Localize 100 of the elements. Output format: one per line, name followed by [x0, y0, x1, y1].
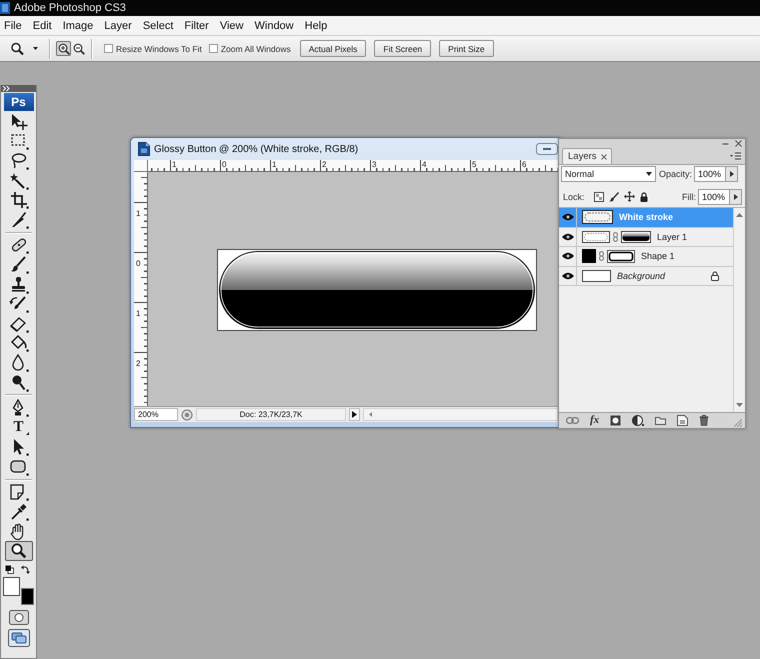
quick-mask-icon[interactable]: [8, 610, 28, 626]
fill-slider-button[interactable]: [730, 188, 742, 204]
eye-icon[interactable]: [562, 252, 574, 260]
layer-style-button[interactable]: fx: [590, 415, 600, 426]
layer-row[interactable]: Shape 1: [559, 247, 733, 267]
horizontal-scrollbar[interactable]: [363, 408, 558, 421]
menu-item[interactable]: Select: [142, 20, 174, 32]
layer-name: White stroke: [619, 212, 674, 222]
menu-item[interactable]: Window: [254, 20, 294, 32]
note-icon: [8, 483, 28, 502]
fill-label: Fill:: [682, 192, 696, 202]
opacity-field[interactable]: 100%: [694, 166, 726, 182]
circle-icon[interactable]: [181, 408, 193, 420]
layer-name: Layer 1: [657, 232, 688, 242]
ruler-label: 5: [472, 160, 476, 169]
option-button[interactable]: Print Size: [439, 40, 494, 57]
layer-row[interactable]: Layer 1: [559, 228, 733, 248]
layer-name: Shape 1: [641, 251, 675, 262]
brush-icon: [8, 256, 28, 274]
option-button[interactable]: Actual Pixels: [300, 40, 366, 57]
zoom-out-button[interactable]: [71, 41, 86, 56]
ruler-label: 1: [172, 160, 176, 169]
ruler-label: 0: [136, 259, 140, 268]
square-circle-icon[interactable]: [610, 415, 622, 426]
mask-thumbnail: [621, 230, 651, 243]
dashed-rectangle-icon: [8, 132, 28, 150]
eye-icon[interactable]: [562, 272, 574, 280]
lock-icon[interactable]: [640, 192, 648, 202]
vertical-scrollbar[interactable]: [733, 208, 745, 412]
ruler-label: 0: [222, 160, 226, 169]
menu-item[interactable]: Filter: [184, 20, 209, 32]
chain-link-icon[interactable]: [613, 232, 618, 242]
lock-label: Lock:: [563, 192, 585, 202]
menu-item[interactable]: Help: [304, 20, 328, 32]
folder-icon[interactable]: [655, 416, 666, 425]
layers-tab[interactable]: Layers: [562, 148, 612, 164]
checkbox[interactable]: [104, 44, 113, 53]
ruler-label: 1: [136, 209, 140, 218]
window-title: Adobe Photoshop CS3: [14, 2, 126, 14]
crop-icon: [8, 191, 28, 210]
type-tool[interactable]: T: [4, 418, 32, 438]
eye-icon[interactable]: [562, 213, 574, 222]
checkbox[interactable]: [208, 44, 218, 53]
triangle-right-icon: [730, 171, 734, 177]
checkbox-label[interactable]: Resize Windows To Fit: [116, 44, 202, 54]
new-page-icon[interactable]: [677, 415, 688, 426]
menu-item[interactable]: View: [220, 20, 244, 32]
magnifier-minus-icon: [72, 42, 84, 54]
menu-item[interactable]: Image: [62, 20, 94, 32]
fill-field[interactable]: 100%: [698, 188, 730, 204]
ruler-label: 2: [136, 359, 140, 368]
move-cross-icon[interactable]: [624, 191, 635, 202]
default-colors-icon[interactable]: [5, 564, 14, 574]
close-icon[interactable]: [600, 154, 607, 160]
menu-item[interactable]: Layer: [104, 20, 132, 32]
scroll-left-icon[interactable]: [369, 412, 372, 417]
opacity-slider-button[interactable]: [726, 166, 738, 182]
eraser-icon: [8, 314, 28, 333]
resize-grip-icon[interactable]: [734, 419, 742, 427]
zoom-field[interactable]: 200%: [134, 408, 178, 421]
history-brush-icon: [8, 295, 28, 314]
chain-link-icon[interactable]: [566, 417, 579, 424]
brush-icon[interactable]: [608, 192, 619, 202]
file-icon: [138, 142, 150, 156]
chain-link-icon[interactable]: [599, 251, 604, 262]
ruler-label: 6: [522, 160, 526, 169]
menu-item[interactable]: File: [4, 20, 22, 32]
panel-menu-icon[interactable]: [730, 152, 741, 160]
triangle-right-icon: [352, 411, 357, 418]
screen-mode-icon[interactable]: [8, 629, 30, 648]
ruler-label: 1: [272, 160, 276, 169]
menu-item[interactable]: Edit: [32, 20, 52, 32]
status-menu-button[interactable]: [349, 408, 360, 421]
swap-arrow-icon[interactable]: [21, 564, 30, 574]
close-icon[interactable]: [735, 140, 742, 146]
zoom-tool[interactable]: [4, 541, 32, 562]
trash-icon[interactable]: [699, 415, 710, 426]
scroll-down-icon[interactable]: [736, 403, 743, 407]
eye-icon[interactable]: [562, 232, 574, 241]
layer-thumbnail: [582, 230, 610, 243]
app-logo: Ps: [4, 93, 34, 111]
checkbox-label[interactable]: Zoom All Windows: [220, 44, 291, 54]
layer-thumbnail: [582, 270, 611, 282]
foreground-color-swatch[interactable]: [3, 577, 20, 596]
magnifier-icon: [8, 542, 28, 560]
zoom-in-button[interactable]: [56, 41, 71, 56]
blend-mode-dropdown[interactable]: Normal: [561, 166, 656, 182]
ruler-label: 1: [136, 309, 140, 318]
minimize-icon[interactable]: [536, 143, 558, 155]
background-color-swatch[interactable]: [21, 588, 34, 606]
half-circle-icon[interactable]: [632, 415, 644, 426]
scroll-up-icon[interactable]: [736, 213, 743, 217]
option-button[interactable]: Fit Screen: [374, 40, 432, 57]
layer-row[interactable]: Background: [559, 266, 733, 286]
triangle-right-icon: [734, 194, 738, 200]
checkerboard-icon[interactable]: [594, 192, 604, 202]
double-chevron-icon[interactable]: [3, 86, 10, 91]
magnifier-icon: [10, 42, 24, 56]
eyedropper-icon: [8, 503, 28, 522]
ruler-label: 4: [422, 160, 426, 169]
